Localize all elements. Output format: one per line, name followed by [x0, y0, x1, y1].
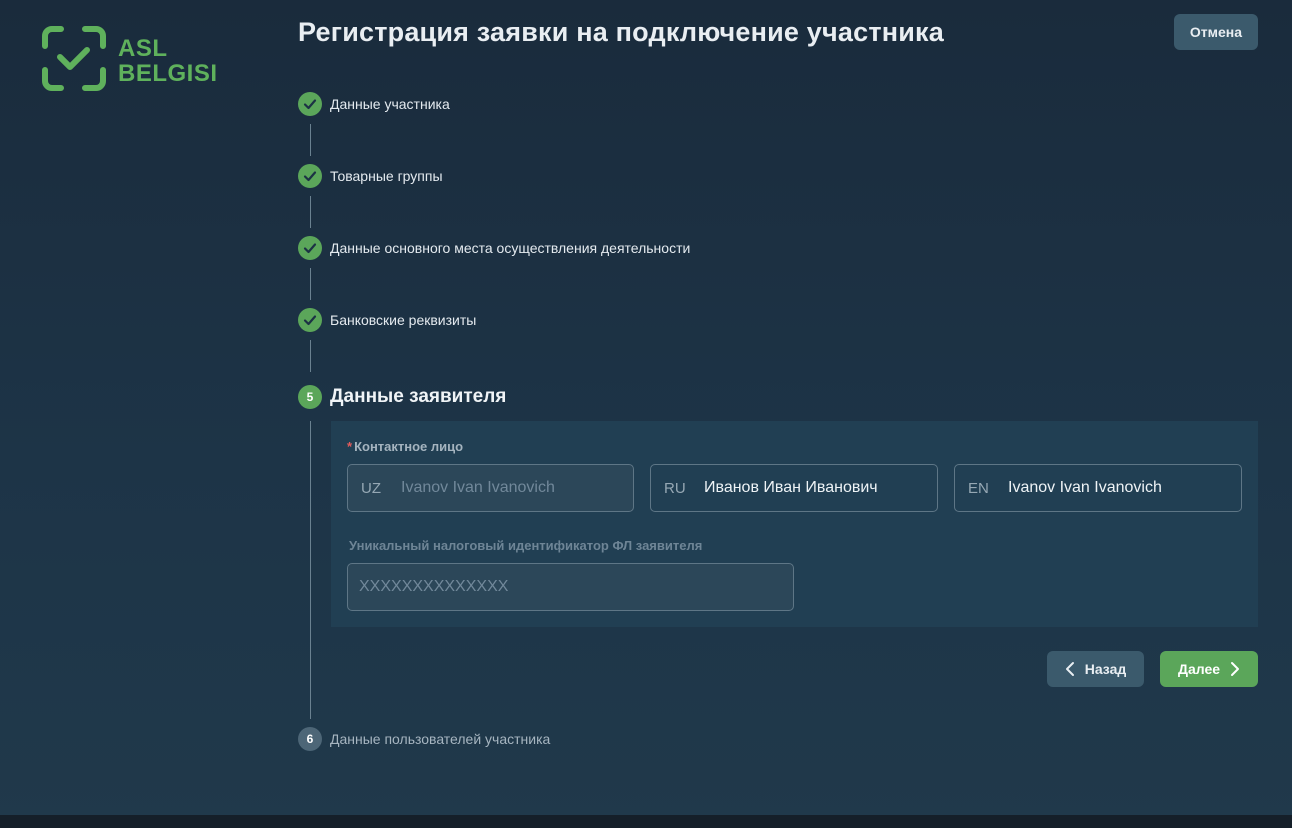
- step-label-active: Данные заявителя: [330, 386, 507, 407]
- step-connector: [310, 421, 311, 719]
- step-participant-users: 6 Данные пользователей участника: [298, 727, 550, 751]
- step-applicant-data: 5 Данные заявителя: [298, 385, 506, 409]
- tax-id-field[interactable]: XXXXXXXXXXXXXX: [347, 563, 794, 611]
- brand-name: ASL BELGISI: [118, 36, 218, 86]
- contact-person-label-text: Контактное лицо: [354, 439, 464, 454]
- step-bank-details[interactable]: Банковские реквизиты: [298, 308, 476, 332]
- step-number: 6: [298, 727, 322, 751]
- required-mark: *: [347, 439, 353, 454]
- step-number: 5: [298, 385, 322, 409]
- checkmark-icon: [298, 164, 322, 188]
- checkmark-icon: [298, 92, 322, 116]
- contact-ru-field[interactable]: RU Иванов Иван Иванович: [650, 464, 938, 512]
- brand-line-1: ASL: [118, 35, 168, 62]
- step-label: Данные основного места осуществления дея…: [330, 240, 691, 256]
- contact-en-value: Ivanov Ivan Ivanovich: [1008, 479, 1162, 496]
- back-button-label: Назад: [1084, 661, 1127, 677]
- lang-prefix-ru: RU: [664, 479, 686, 497]
- step-label: Товарные группы: [330, 168, 443, 184]
- contact-ru-value: Иванов Иван Иванович: [704, 479, 878, 496]
- lang-prefix-en: EN: [968, 479, 989, 497]
- contact-uz-field[interactable]: UZ Ivanov Ivan Ivanovich: [347, 464, 634, 512]
- next-button[interactable]: Далее: [1160, 651, 1258, 687]
- page-title: Регистрация заявки на подключение участн…: [298, 17, 944, 47]
- applicant-form: * Контактное лицо UZ Ivanov Ivan Ivanovic…: [331, 421, 1258, 627]
- checkmark-icon: [298, 308, 322, 332]
- contact-person-label: * Контактное лицо: [347, 439, 463, 454]
- step-participant-data[interactable]: Данные участника: [298, 92, 450, 116]
- cancel-button[interactable]: Отмена: [1174, 14, 1258, 50]
- contact-uz-value: Ivanov Ivan Ivanovich: [401, 479, 555, 496]
- bottom-bar: [0, 815, 1292, 828]
- tax-id-label: Уникальный налоговый идентификатор ФЛ за…: [349, 538, 703, 553]
- brand-line-2: BELGISI: [118, 60, 218, 87]
- lang-prefix-uz: UZ: [361, 479, 381, 497]
- asl-belgisi-logo: ASL BELGISI: [41, 26, 221, 94]
- tax-id-placeholder: XXXXXXXXXXXXXX: [359, 578, 509, 595]
- checkmark-icon: [298, 236, 322, 260]
- back-button[interactable]: Назад: [1047, 651, 1144, 687]
- step-connector: [310, 340, 311, 372]
- step-label: Данные пользователей участника: [330, 731, 551, 747]
- step-connector: [310, 196, 311, 228]
- step-main-location[interactable]: Данные основного места осуществления дея…: [298, 236, 690, 260]
- step-connector: [310, 124, 311, 156]
- step-label: Банковские реквизиты: [330, 312, 477, 328]
- step-connector: [310, 268, 311, 300]
- chevron-right-icon: [1231, 662, 1240, 676]
- next-button-label: Далее: [1177, 661, 1221, 677]
- contact-en-field[interactable]: EN Ivanov Ivan Ivanovich: [954, 464, 1242, 512]
- check-frame-icon: [42, 26, 106, 91]
- step-product-groups[interactable]: Товарные группы: [298, 164, 443, 188]
- chevron-left-icon: [1065, 662, 1074, 676]
- step-label: Данные участника: [330, 96, 450, 112]
